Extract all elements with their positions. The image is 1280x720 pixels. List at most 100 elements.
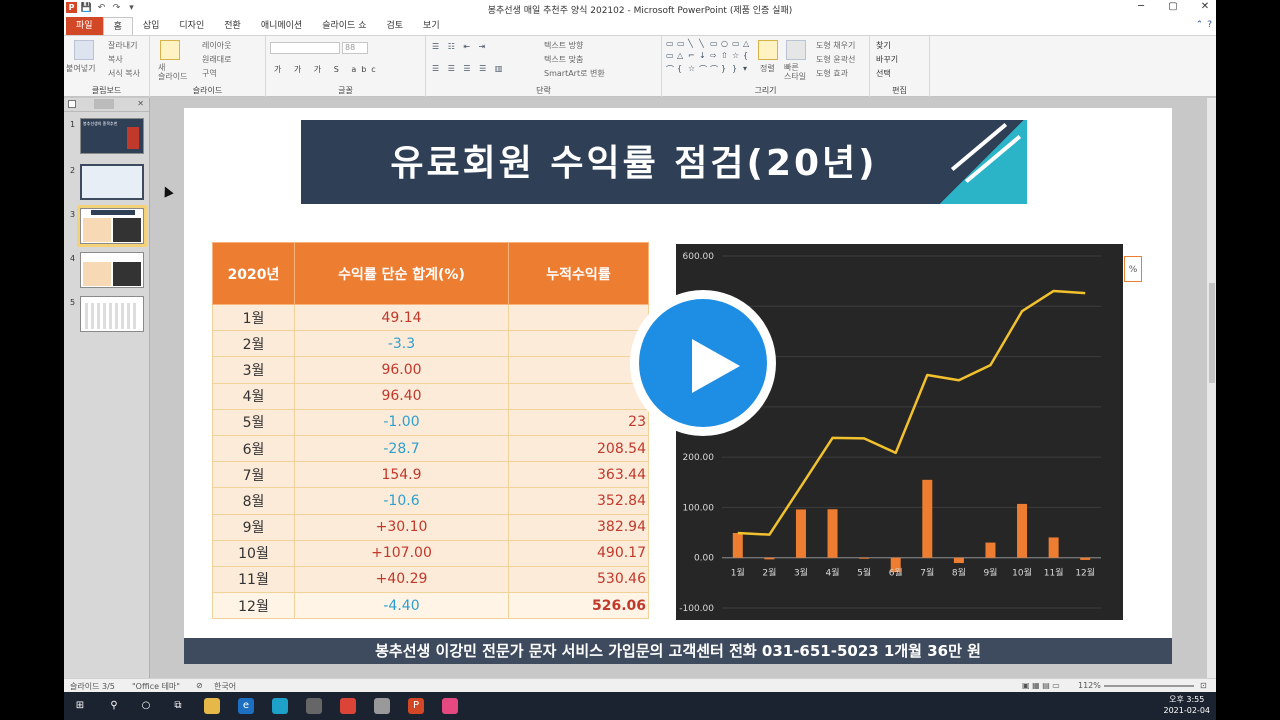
tab-file[interactable]: 파일 (66, 17, 103, 35)
return-cell: -10.6 (294, 487, 509, 515)
tab-review[interactable]: 검토 (376, 17, 413, 35)
slides-tab[interactable] (94, 99, 114, 109)
language-indicator[interactable]: 한국어 (214, 681, 236, 692)
copy-button[interactable]: 복사 (108, 54, 123, 65)
system-clock[interactable]: 오후 3:55 2021-02-04 (1164, 694, 1211, 716)
app-icon[interactable] (306, 698, 322, 714)
search-icon[interactable]: ⚲ (106, 698, 122, 714)
view-buttons[interactable]: ▣ ▦ ▤ ▭ (1022, 681, 1060, 690)
cumulative-cell (508, 382, 649, 410)
reset-button[interactable]: 원래대로 (202, 54, 231, 65)
tab-view[interactable]: 보기 (413, 17, 450, 35)
task-view-icon[interactable]: ⧉ (170, 698, 186, 714)
powerpoint-taskbar-icon[interactable]: P (408, 698, 424, 714)
x-tick-label: 11월 (1044, 567, 1064, 579)
shape-fill-button[interactable]: 도형 채우기 (816, 40, 855, 51)
slide-thumbnail-5[interactable] (80, 296, 144, 332)
scrollbar-thumb[interactable] (1209, 283, 1215, 383)
slide-thumbnail-2[interactable] (80, 164, 144, 200)
maximize-button[interactable]: ▢ (1166, 1, 1180, 12)
shapes-gallery[interactable]: ▭ ▭ ╲ ╲ ▭ ○ ▭ △ ▭ △ ⌐ ↓ ⇨ ⇧ ☆{ ⌒{☆ ⌒ ⌒}} ▾ (666, 39, 752, 77)
cortana-icon[interactable]: ○ (138, 698, 154, 714)
windows-start-icon[interactable]: ⊞ (72, 698, 88, 714)
quick-styles-button[interactable]: 빠른 스타일 (784, 63, 806, 81)
bar (764, 557, 775, 560)
replace-button[interactable]: 바꾸기 (876, 54, 898, 65)
arrange-icon[interactable] (758, 40, 778, 60)
y-tick-label: 0.00 (694, 554, 714, 564)
table-row: 9월 +30.10 382.94 (212, 513, 649, 541)
layout-button[interactable]: 레이아웃 (202, 40, 231, 51)
cut-button[interactable]: 잘라내기 (108, 40, 137, 51)
edge-new-icon[interactable] (272, 698, 288, 714)
table-header: 누적수익률 (508, 242, 649, 305)
paste-icon[interactable] (74, 40, 94, 60)
align-buttons[interactable]: ☰ ☰ ☰ ☰ ▥ (432, 64, 505, 73)
return-cell: +40.29 (294, 565, 509, 594)
return-cell: 154.9 (294, 461, 509, 489)
shape-outline-button[interactable]: 도형 윤곽선 (816, 54, 855, 65)
spellcheck-icon[interactable]: ⊘ (196, 681, 203, 690)
video-play-button[interactable] (630, 290, 776, 436)
return-cell: -3.3 (294, 330, 509, 358)
arrange-button[interactable]: 정렬 (760, 63, 775, 74)
slide-thumbnail-1[interactable]: 봉추선생의 종목추천 (80, 118, 144, 154)
tab-insert[interactable]: 삽입 (133, 17, 170, 35)
zoom-level[interactable]: 112% (1078, 681, 1101, 690)
minimize-button[interactable]: ─ (1134, 1, 1148, 12)
close-button[interactable]: ✕ (1198, 1, 1212, 12)
align-text-button[interactable]: 텍스트 맞춤 (544, 54, 583, 65)
fit-slide-icon[interactable]: ⊡ (1200, 681, 1207, 690)
shape-effects-button[interactable]: 도형 효과 (816, 68, 848, 79)
play-icon (692, 339, 740, 393)
x-tick-label: 12월 (1075, 567, 1095, 579)
tab-design[interactable]: 디자인 (169, 17, 214, 35)
font-name-box[interactable] (270, 42, 340, 54)
new-slide-icon[interactable] (160, 40, 180, 60)
help-icon[interactable]: ? (1207, 20, 1212, 30)
x-tick-label: 4월 (826, 567, 840, 579)
list-buttons[interactable]: ☰ ☷ ⇤ ⇥ (432, 42, 488, 51)
chart-area[interactable]: 600.00500.00400.00300.00200.00100.000.00… (676, 244, 1123, 620)
zoom-slider[interactable] (1104, 685, 1194, 687)
select-button[interactable]: 선택 (876, 68, 891, 79)
return-cell: 96.00 (294, 356, 509, 384)
file-explorer-icon[interactable] (204, 698, 220, 714)
chrome-icon[interactable] (340, 698, 356, 714)
slides-group-label: 슬라이드 (192, 86, 223, 95)
app-icon[interactable] (374, 698, 390, 714)
find-button[interactable]: 찾기 (876, 40, 891, 51)
format-painter-button[interactable]: 서식 복사 (108, 68, 140, 79)
close-pane-icon[interactable]: ✕ (137, 99, 144, 108)
outline-tab-icon[interactable] (68, 100, 76, 108)
text-direction-button[interactable]: 텍스트 방향 (544, 40, 583, 51)
cumulative-cell: 363.44 (508, 461, 649, 489)
font-format-buttons[interactable]: 가 가 가 S abc (274, 64, 381, 75)
edge-icon[interactable]: e (238, 698, 254, 714)
app-icon[interactable] (442, 698, 458, 714)
bar (827, 509, 838, 558)
tab-animations[interactable]: 애니메이션 (251, 17, 312, 35)
bar (1048, 537, 1059, 558)
cumulative-cell: 23 (508, 408, 649, 436)
font-size-box[interactable]: 88 (342, 42, 368, 54)
collapse-ribbon-icon[interactable]: ⌃ (1196, 20, 1204, 30)
tab-slideshow[interactable]: 슬라이드 쇼 (312, 17, 376, 35)
vertical-scrollbar[interactable] (1206, 98, 1216, 678)
section-button[interactable]: 구역 (202, 68, 217, 79)
quick-styles-icon[interactable] (786, 40, 806, 60)
table-row: 3월 96.00 (212, 356, 649, 384)
cumulative-cell (508, 330, 649, 358)
new-slide-button[interactable]: 새 슬라이드 (158, 63, 187, 81)
footer-banner: 봉추선생 이강민 전문가 문자 서비스 가입문의 고객센터 전화 031-651… (184, 638, 1172, 664)
month-cell: 1월 (212, 303, 295, 332)
smartart-button[interactable]: SmartArt로 변환 (544, 68, 605, 79)
title-bar: P 💾 ↶ ↷ ▾ 봉추선생 매일 추천주 양식 202102 - Micros… (64, 0, 1216, 18)
tab-transitions[interactable]: 전환 (214, 17, 251, 35)
paste-button[interactable]: 붙여넣기 (66, 63, 95, 74)
thumbnail-banner (91, 210, 135, 215)
tab-home[interactable]: 홈 (102, 17, 133, 35)
slide-thumbnail-3[interactable] (77, 205, 147, 247)
slides-group: 새 슬라이드 레이아웃 원래대로 구역 슬라이드 (150, 36, 266, 97)
slide-thumbnail-4[interactable] (80, 252, 144, 288)
